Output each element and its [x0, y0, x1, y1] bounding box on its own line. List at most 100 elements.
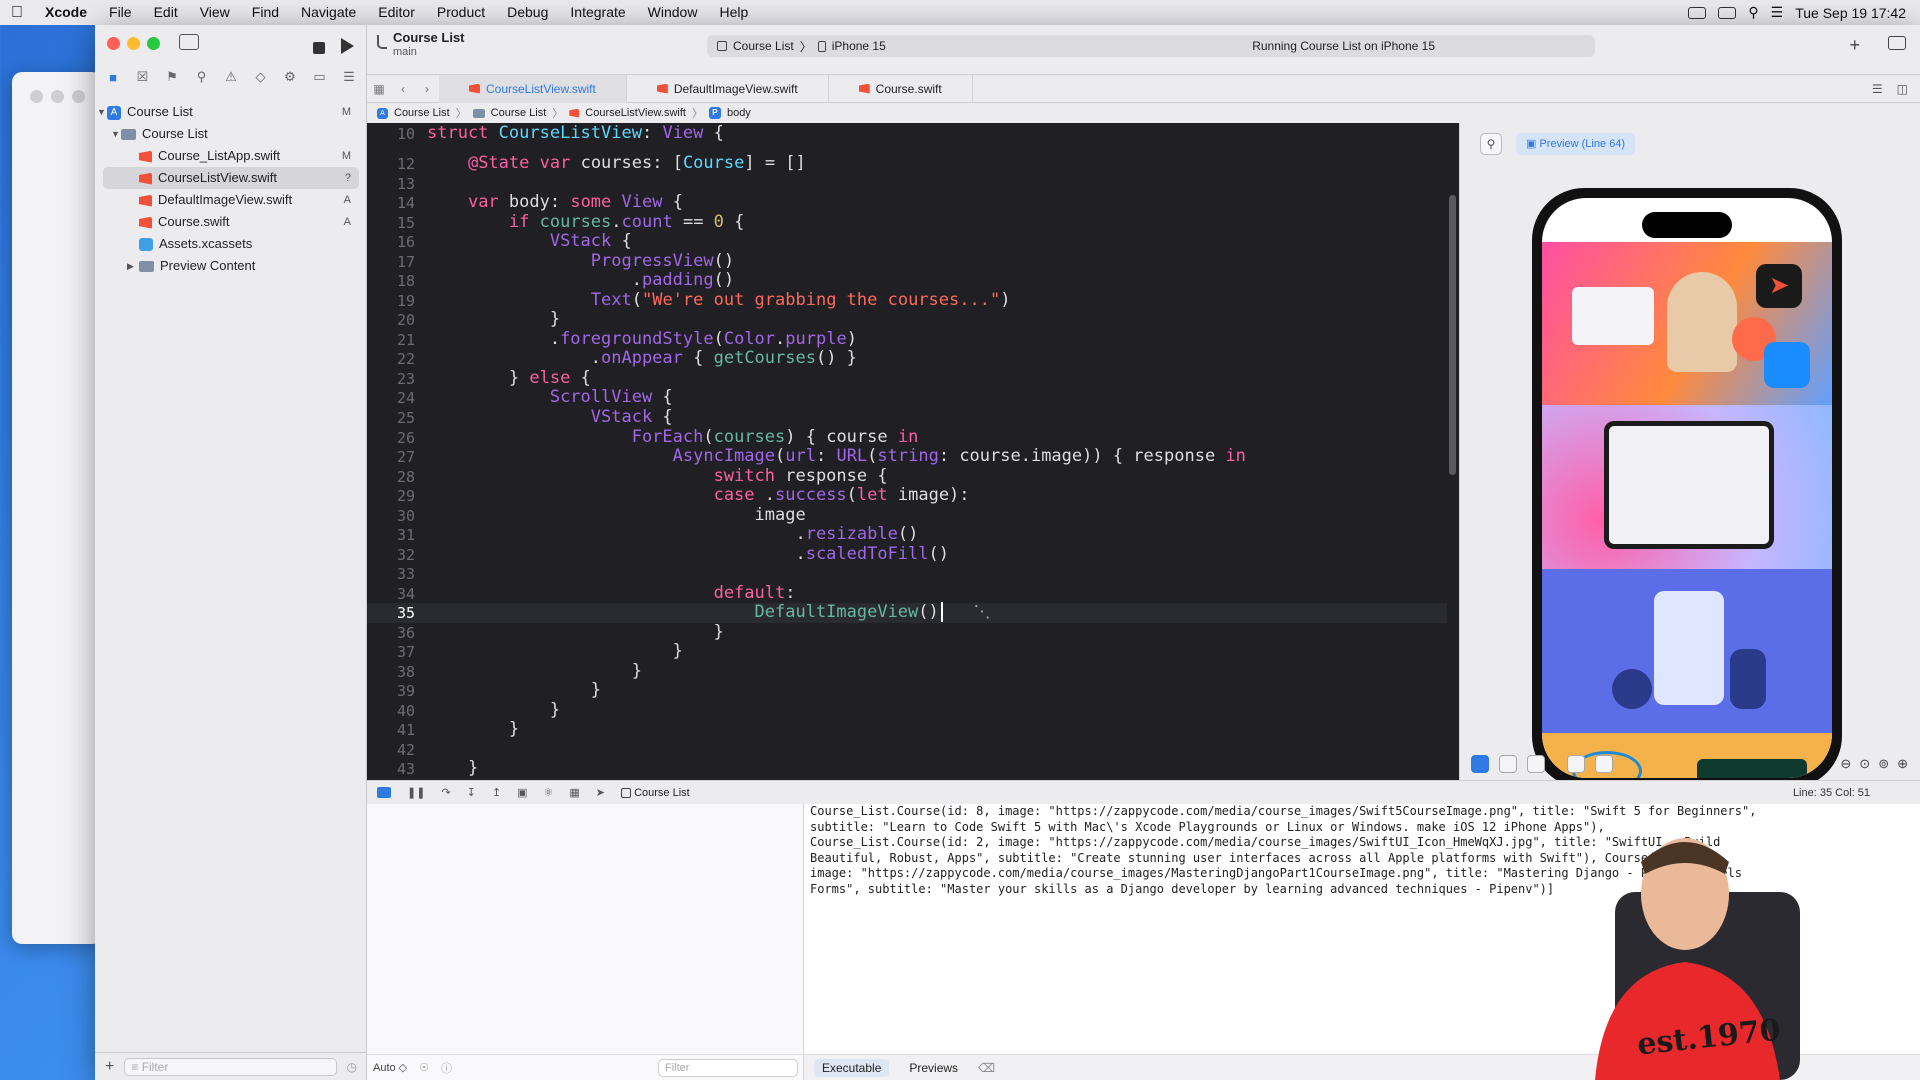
screen-mirroring-icon[interactable]: [1688, 6, 1707, 19]
bookmark-icon[interactable]: ⚑: [164, 69, 180, 85]
add-icon[interactable]: +: [105, 1058, 114, 1076]
project-navigator-icon[interactable]: ■: [105, 69, 121, 85]
tab-courselistview[interactable]: CourseListView.swift: [439, 74, 627, 103]
disclosure-open-icon[interactable]: ▼: [111, 123, 120, 145]
variables-filter-input[interactable]: Filter: [658, 1058, 798, 1077]
tab-defaultimageview[interactable]: DefaultImageView.swift: [627, 74, 829, 103]
eye-icon[interactable]: ☉: [419, 1061, 429, 1074]
trash-icon[interactable]: ⌫: [978, 1061, 995, 1075]
jumpbar-group[interactable]: Course List: [491, 107, 547, 119]
info-icon[interactable]: ⓘ: [441, 1060, 452, 1076]
search-icon[interactable]: ⚲: [1748, 4, 1758, 21]
location-icon[interactable]: ➤: [596, 786, 605, 799]
tree-item-course[interactable]: Course.swift A: [95, 211, 367, 233]
disclosure-closed-icon[interactable]: ▶: [127, 255, 134, 277]
menu-help[interactable]: Help: [708, 0, 759, 25]
step-out-icon[interactable]: ↥: [492, 786, 501, 799]
recent-files-icon[interactable]: ◷: [347, 1060, 357, 1074]
scope-selector[interactable]: Auto ◇: [373, 1061, 407, 1074]
related-items-icon[interactable]: ▦: [367, 82, 391, 96]
sidebar-toggle-icon[interactable]: [179, 34, 199, 50]
zoom-100-icon[interactable]: ⊙: [1859, 756, 1870, 772]
menu-app[interactable]: Xcode: [34, 0, 98, 25]
device-settings-button[interactable]: [1595, 754, 1613, 773]
issue-icon[interactable]: ⚠: [223, 69, 239, 85]
tree-item-preview-content[interactable]: ▶ Preview Content: [95, 255, 367, 277]
run-destination[interactable]: iPhone 15: [832, 39, 886, 53]
iphone-preview[interactable]: ➤: [1532, 188, 1842, 788]
toggle-debug-area-icon[interactable]: [377, 787, 391, 798]
navigator-filter-input[interactable]: ≡ Filter: [124, 1057, 337, 1076]
inspector-toggle-icon[interactable]: [1888, 36, 1906, 50]
pin-icon[interactable]: ⚲: [1480, 133, 1502, 155]
step-over-icon[interactable]: ↷: [441, 786, 450, 799]
tree-item-defaultimageview[interactable]: DefaultImageView.swift A: [95, 189, 367, 211]
control-center-icon[interactable]: ☰: [1771, 4, 1784, 21]
debug-target[interactable]: Course List: [621, 787, 690, 799]
pause-icon[interactable]: ❚❚: [407, 786, 425, 799]
zoom-out-icon[interactable]: ⊖: [1840, 756, 1851, 772]
step-into-icon[interactable]: ↧: [467, 786, 476, 799]
menu-find[interactable]: Find: [241, 0, 290, 25]
stop-button[interactable]: [313, 42, 325, 54]
tab-previews[interactable]: Previews: [909, 1061, 958, 1075]
menu-navigate[interactable]: Navigate: [290, 0, 367, 25]
code-line: ScrollView {: [549, 387, 673, 407]
breakpoint-icon[interactable]: ▭: [312, 69, 328, 85]
preview-selector-button[interactable]: ▣ Preview (Line 64): [1516, 133, 1636, 155]
menu-clock[interactable]: Tue Sep 19 17:42: [1795, 5, 1906, 21]
add-library-icon[interactable]: +: [1849, 35, 1860, 56]
menu-view[interactable]: View: [189, 0, 241, 25]
disclosure-open-icon[interactable]: ▼: [97, 101, 106, 123]
split-editor-icon[interactable]: ◫: [1897, 82, 1908, 96]
zoom-window-button[interactable]: [147, 37, 160, 50]
memory-graph-icon[interactable]: ⚛: [544, 786, 554, 799]
back-icon[interactable]: ‹: [391, 82, 415, 96]
test-icon[interactable]: ◇: [253, 69, 269, 85]
minimize-window-button[interactable]: [127, 37, 140, 50]
jumpbar-file[interactable]: CourseListView.swift: [585, 107, 686, 119]
editor-scrollbar[interactable]: [1449, 195, 1456, 475]
preview-canvas: ⚲ ▣ Preview (Line 64) ➤: [1459, 123, 1920, 788]
editor-options-icon[interactable]: ☰: [1872, 82, 1883, 96]
forward-icon[interactable]: ›: [415, 82, 439, 96]
source-control-icon[interactable]: ☒: [135, 69, 151, 85]
canvas-settings-button[interactable]: [1567, 754, 1585, 773]
view-hierarchy-icon[interactable]: ▣: [517, 786, 527, 799]
code-editor[interactable]: 10 12 13 14 15 16 17 18 19 20 21 22 23 2…: [367, 123, 1447, 780]
find-icon[interactable]: ⚲: [194, 69, 210, 85]
menu-integrate[interactable]: Integrate: [559, 0, 636, 25]
variants-button[interactable]: [1527, 754, 1545, 773]
tab-course[interactable]: Course.swift: [829, 74, 973, 103]
tree-item-group[interactable]: ▼ Course List: [95, 123, 367, 145]
jumpbar-symbol[interactable]: body: [727, 107, 751, 119]
menu-file[interactable]: File: [98, 0, 143, 25]
menu-editor[interactable]: Editor: [367, 0, 426, 25]
tab-executable[interactable]: Executable: [814, 1058, 890, 1077]
scheme-selector[interactable]: Course List 〉 iPhone 15 Running Course L…: [707, 35, 1595, 57]
menu-window[interactable]: Window: [637, 0, 709, 25]
background-window[interactable]: [12, 72, 102, 944]
tree-item-app-file[interactable]: Course_ListApp.swift M: [95, 145, 367, 167]
branch-name[interactable]: main: [393, 46, 417, 58]
tree-item-project[interactable]: ▼ A Course List M: [95, 101, 367, 123]
variables-view[interactable]: Auto ◇ ☉ ⓘ Filter: [367, 804, 804, 1080]
menu-edit[interactable]: Edit: [143, 0, 189, 25]
display-icon[interactable]: [1718, 6, 1737, 19]
environment-overrides-icon[interactable]: ▦: [569, 786, 579, 799]
zoom-fit-icon[interactable]: ⊚: [1878, 756, 1889, 772]
report-icon[interactable]: ☰: [341, 69, 357, 85]
live-preview-button[interactable]: [1471, 754, 1489, 773]
tree-item-assets[interactable]: Assets.xcassets: [95, 233, 367, 255]
debug-icon[interactable]: ⚙: [282, 69, 298, 85]
jumpbar-project[interactable]: Course List: [394, 107, 450, 119]
apple-icon[interactable]: : [0, 0, 34, 25]
close-window-button[interactable]: [107, 37, 120, 50]
menu-product[interactable]: Product: [426, 0, 496, 25]
menu-debug[interactable]: Debug: [496, 0, 559, 25]
run-button[interactable]: [341, 38, 354, 54]
zoom-in-icon[interactable]: ⊕: [1897, 756, 1908, 772]
scheme-target[interactable]: Course List: [733, 39, 794, 53]
tree-item-courselistview[interactable]: CourseListView.swift?: [103, 167, 359, 189]
selectable-preview-button[interactable]: [1499, 754, 1517, 773]
